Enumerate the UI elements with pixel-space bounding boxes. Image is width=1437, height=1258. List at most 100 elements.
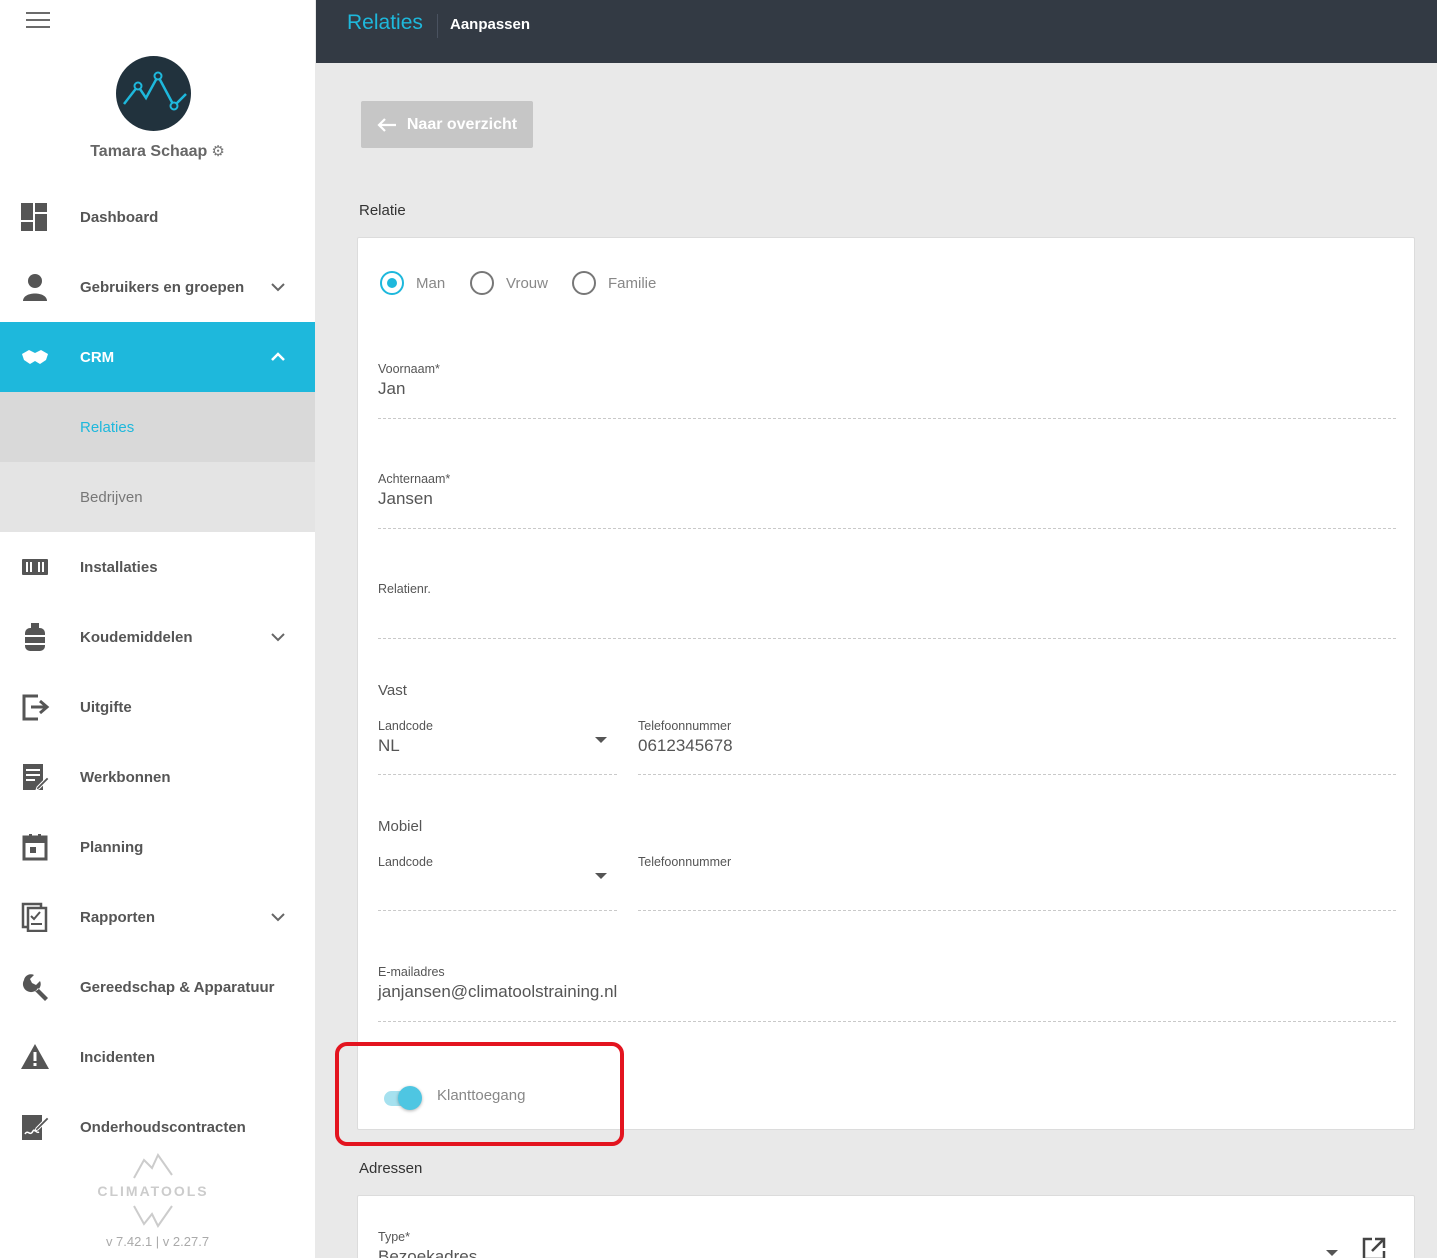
sidebar-item-label: Bedrijven [80, 488, 143, 506]
achternaam-field[interactable]: Achternaam* Jansen [378, 472, 1396, 529]
radio-label: Man [416, 274, 446, 292]
sidebar-item-uitgifte[interactable]: Uitgifte [0, 672, 315, 742]
address-type-select[interactable]: Type* Bezoekadres [378, 1230, 1348, 1258]
radio-label: Familie [608, 274, 657, 292]
dropdown-arrow-icon[interactable] [595, 873, 607, 879]
field-label: Voornaam* [378, 362, 440, 376]
gas-cylinder-icon [20, 622, 50, 652]
gear-icon[interactable]: ⚙ [211, 143, 224, 160]
field-value[interactable]: janjansen@climatoolstraining.nl [378, 982, 617, 1002]
relatie-card: Man Vrouw Familie Voornaam* Jan Achterna… [357, 237, 1415, 1130]
dashboard-icon [20, 202, 50, 232]
open-external-icon[interactable] [1361, 1236, 1387, 1258]
radio-circle[interactable] [380, 271, 404, 295]
page-title[interactable]: Relaties [347, 11, 423, 35]
radio-label: Vrouw [506, 274, 548, 292]
sidebar-item-incidenten[interactable]: Incidenten [0, 1022, 315, 1092]
user-name[interactable]: Tamara Schaap ⚙ [0, 142, 315, 161]
handshake-icon [20, 342, 50, 372]
sidebar-item-koudemiddelen[interactable]: Koudemiddelen [0, 602, 315, 672]
report-icon [20, 902, 50, 932]
sidebar-item-label: Relaties [80, 418, 135, 436]
calendar-icon [20, 832, 50, 862]
relatienr-field[interactable]: Relatienr. [378, 582, 1396, 639]
dropdown-arrow-icon[interactable] [595, 737, 607, 743]
section-title-relatie: Relatie [359, 202, 406, 219]
field-label: Relatienr. [378, 582, 431, 596]
sidebar-item-label: Koudemiddelen [80, 628, 193, 646]
sidebar-item-label: Uitgifte [80, 698, 132, 716]
divider [437, 14, 438, 38]
field-label: Telefoonnummer [638, 855, 732, 869]
back-button-label: Naar overzicht [406, 115, 518, 133]
wrench-icon [20, 972, 50, 1002]
field-label: Landcode [378, 855, 433, 869]
sidebar-item-label: Installaties [80, 558, 158, 576]
page-subtitle: Aanpassen [450, 16, 531, 33]
mobiel-landcode-select[interactable]: Landcode [378, 855, 617, 911]
dropdown-arrow-icon[interactable] [1326, 1250, 1338, 1256]
sidebar-item-label: Dashboard [80, 208, 159, 226]
sidebar-item-label: Planning [80, 838, 144, 856]
radio-circle[interactable] [470, 271, 494, 295]
sidebar-item-planning[interactable]: Planning [0, 812, 315, 882]
field-value[interactable]: Jansen [378, 489, 433, 509]
email-field[interactable]: E-mailadres janjansen@climatoolstraining… [378, 965, 1396, 1022]
sidebar-item-rapporten[interactable]: Rapporten [0, 882, 315, 952]
hamburger-icon[interactable] [26, 12, 52, 32]
sidebar-item-installaties[interactable]: Installaties [0, 532, 315, 602]
sidebar-item-werkbonnen[interactable]: Werkbonnen [0, 742, 315, 812]
field-label: Type* [378, 1230, 410, 1244]
field-value[interactable]: NL [378, 736, 400, 756]
sidebar-item-label: CRM [80, 348, 115, 366]
topbar: Relaties Aanpassen [316, 0, 1437, 63]
field-value[interactable]: Bezoekadres [378, 1247, 477, 1258]
field-value[interactable]: Jan [378, 379, 405, 399]
sidebar-item-gebruikers[interactable]: Gebruikers en groepen [0, 252, 315, 322]
sidebar-item-label: Werkbonnen [80, 768, 171, 786]
mobiel-telefoon-field[interactable]: Telefoonnummer [638, 855, 1396, 911]
radio-vrouw[interactable]: Vrouw [470, 271, 548, 295]
radio-man[interactable]: Man [380, 271, 445, 295]
sidebar-item-label: Gebruikers en groepen [80, 278, 245, 296]
avatar[interactable] [116, 56, 191, 131]
field-value[interactable]: 0612345678 [638, 736, 733, 756]
vast-telefoon-field[interactable]: Telefoonnummer 0612345678 [638, 719, 1396, 775]
user-icon [20, 272, 50, 302]
sidebar-item-label: Rapporten [80, 908, 155, 926]
highlight-box [335, 1042, 624, 1146]
voornaam-field[interactable]: Voornaam* Jan [378, 362, 1396, 419]
chevron-down-icon[interactable] [270, 279, 286, 295]
field-label: Landcode [378, 719, 433, 733]
sidebar-item-relaties[interactable]: Relaties [0, 392, 315, 462]
field-label: Telefoonnummer [638, 719, 732, 733]
exit-icon [20, 692, 50, 722]
sidebar-item-bedrijven[interactable]: Bedrijven [0, 462, 315, 532]
vast-landcode-select[interactable]: Landcode NL [378, 719, 617, 775]
group-title-vast: Vast [378, 682, 407, 699]
brand-name: CLIMATOOLS [97, 1183, 208, 1199]
chevron-up-icon[interactable] [270, 349, 286, 365]
installation-icon [20, 552, 50, 582]
field-label: E-mailadres [378, 965, 445, 979]
sidebar-item-crm[interactable]: CRM [0, 322, 315, 392]
warning-icon [20, 1042, 50, 1072]
contract-icon [20, 1112, 50, 1142]
arrow-left-icon [377, 117, 396, 132]
sidebar: Tamara Schaap ⚙ Dashboard Gebruikers en g… [0, 0, 315, 1258]
radio-circle[interactable] [572, 271, 596, 295]
field-label: Achternaam* [378, 472, 451, 486]
adressen-card: Type* Bezoekadres [357, 1195, 1415, 1258]
document-edit-icon [20, 762, 50, 792]
chevron-down-icon[interactable] [270, 629, 286, 645]
section-title-adressen: Adressen [359, 1160, 423, 1177]
radio-familie[interactable]: Familie [572, 271, 656, 295]
sidebar-item-label: Gereedschap & Apparatuur [80, 978, 275, 996]
brand-logo: CLIMATOOLS [96, 1150, 211, 1230]
sidebar-item-label: Onderhoudscontracten [80, 1118, 246, 1136]
back-button[interactable]: Naar overzicht [361, 101, 533, 148]
sidebar-item-label: Incidenten [80, 1048, 156, 1066]
sidebar-item-dashboard[interactable]: Dashboard [0, 182, 315, 252]
chevron-down-icon[interactable] [270, 909, 286, 925]
sidebar-item-gereedschap[interactable]: Gereedschap & Apparatuur [0, 952, 315, 1022]
